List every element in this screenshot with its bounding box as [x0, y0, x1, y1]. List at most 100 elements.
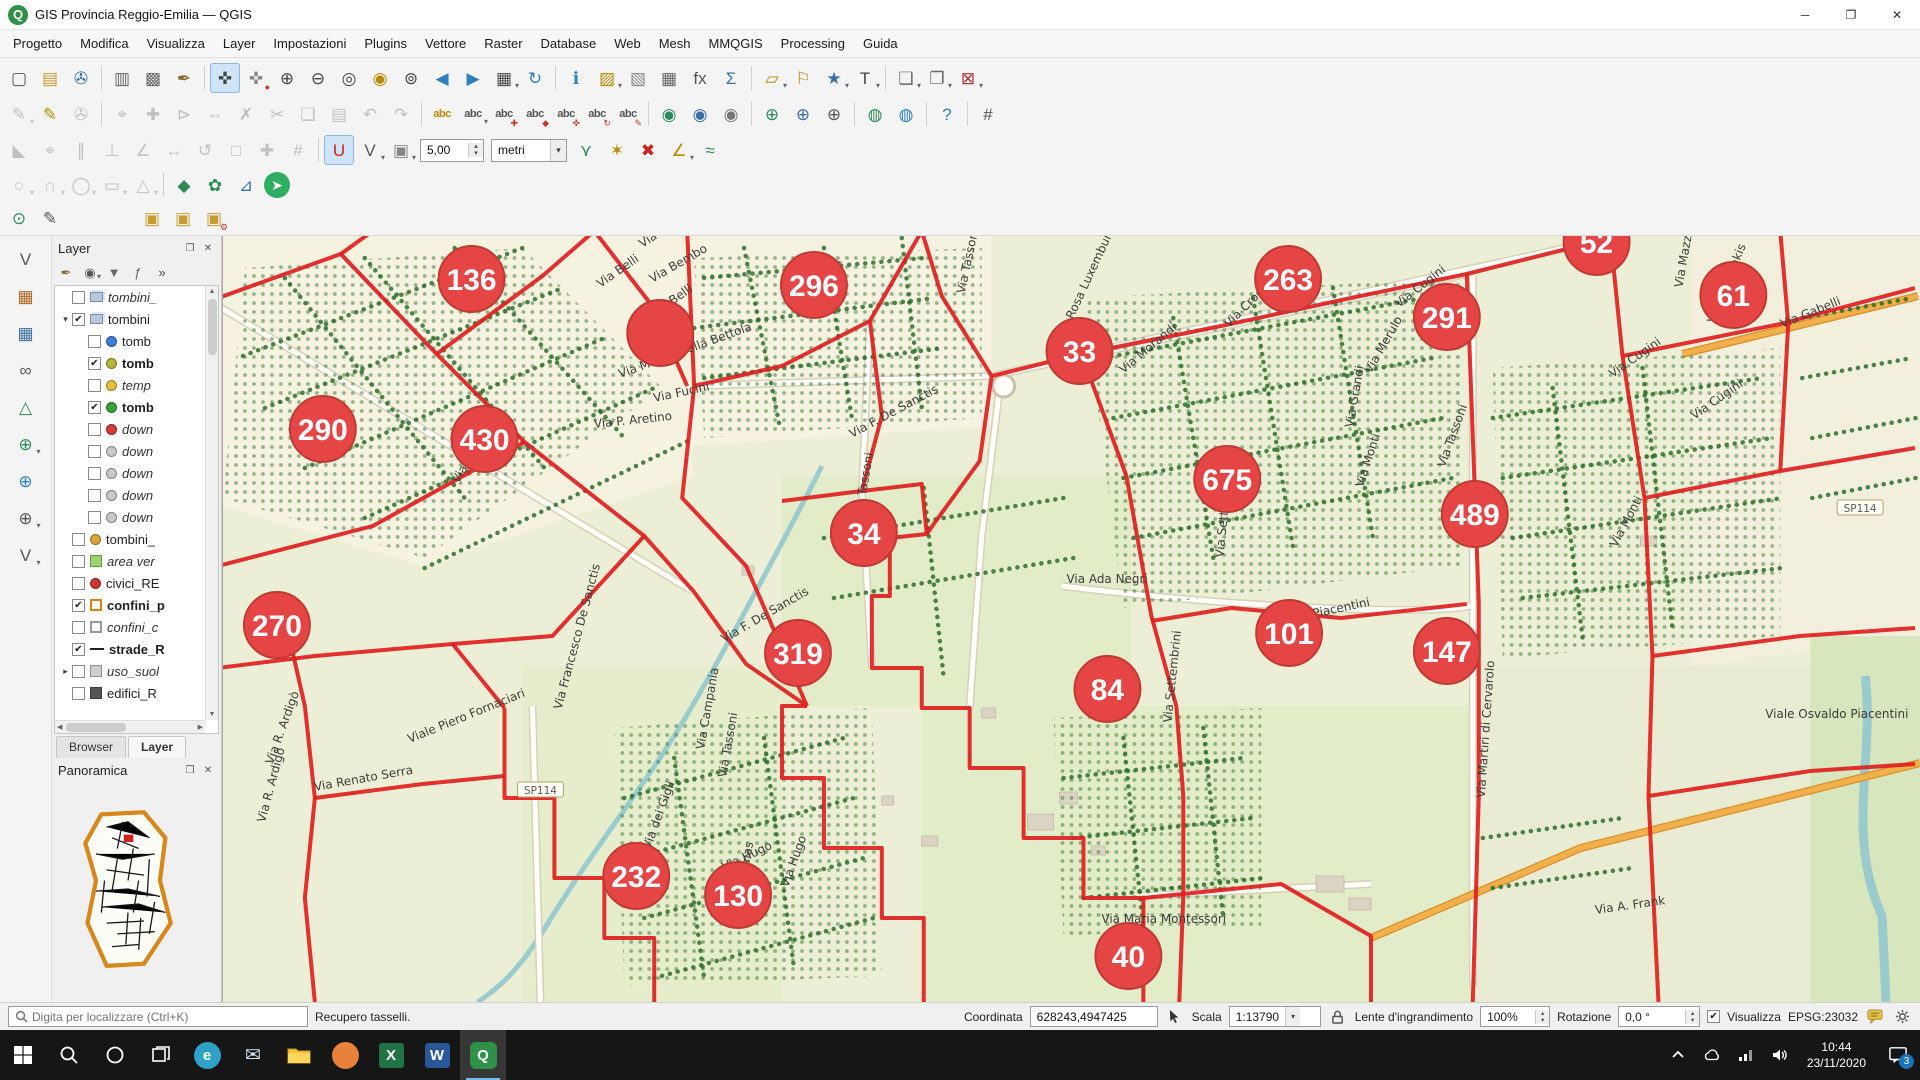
close-panel-icon[interactable]: ✕ — [201, 243, 215, 254]
field-calculator-button[interactable]: fx — [685, 63, 715, 93]
layer-item-tombini[interactable]: ▾✔tombini — [55, 308, 205, 330]
layout-manager-button[interactable]: ▩ — [138, 63, 168, 93]
cluster-marker[interactable] — [627, 300, 693, 366]
blue-globe-button[interactable]: ⊕ — [11, 466, 41, 496]
snapping-options-button[interactable]: ▣▾ — [386, 135, 416, 165]
layer-item-edifici-r[interactable]: edifici_R — [55, 682, 205, 704]
layer-visibility-checkbox[interactable] — [72, 533, 85, 546]
angle-constraint-button[interactable]: ∠▾ — [664, 135, 694, 165]
layer-item-tombini-[interactable]: tombini_ — [55, 528, 205, 550]
locator-plugin-button[interactable]: ⊙ — [4, 203, 34, 233]
pin-labels-button[interactable]: abc✚ — [489, 99, 519, 129]
menu-database[interactable]: Database — [532, 32, 606, 55]
help-contents-button[interactable]: ? — [932, 99, 962, 129]
menu-processing[interactable]: Processing — [772, 32, 854, 55]
cluster-marker-136[interactable]: 136 — [439, 246, 505, 312]
menu-vettore[interactable]: Vettore — [416, 32, 475, 55]
layer-item-civici-re[interactable]: civici_RE — [55, 572, 205, 594]
geocode-button[interactable]: ◉ — [685, 99, 715, 129]
close-panel-icon[interactable]: ✕ — [201, 765, 215, 776]
deselect-features-button[interactable]: ▧ — [623, 63, 653, 93]
layer-visibility-checkbox[interactable] — [88, 379, 101, 392]
mail-icon[interactable]: ✉ — [230, 1030, 276, 1080]
menu-visualizza[interactable]: Visualizza — [138, 32, 214, 55]
dbmanager-cube-button[interactable]: ▣ — [137, 203, 167, 233]
layer-visibility-checkbox[interactable] — [72, 665, 85, 678]
close-button[interactable]: ✕ — [1874, 0, 1920, 30]
layer-item-down[interactable]: down — [55, 484, 205, 506]
menu-web[interactable]: Web — [605, 32, 650, 55]
layer-item-tomb[interactable]: ✔tomb — [55, 396, 205, 418]
menu-raster[interactable]: Raster — [475, 32, 531, 55]
world-overview-button[interactable]: ⊕ — [788, 99, 818, 129]
cluster-marker-232[interactable]: 232 — [603, 843, 669, 909]
scale-lock-icon[interactable] — [1328, 1007, 1348, 1027]
project-save-button[interactable]: ✇ — [66, 63, 96, 93]
layer-visibility-checkbox[interactable] — [88, 489, 101, 502]
onedrive-icon[interactable] — [1695, 1048, 1729, 1062]
network-icon[interactable] — [1729, 1048, 1763, 1062]
layer-item-down[interactable]: down — [55, 462, 205, 484]
layer-visibility-checkbox[interactable]: ✔ — [72, 313, 85, 326]
action-center-button[interactable]: 3 — [1876, 1046, 1920, 1064]
plugin-sphere-green-button[interactable]: ◍ — [860, 99, 890, 129]
overview-map-thumbnail[interactable] — [64, 786, 192, 991]
cluster-marker-489[interactable]: 489 — [1442, 481, 1508, 547]
open-attribute-table-button[interactable]: ▦ — [654, 63, 684, 93]
magnifier-spin[interactable]: 100% ▴▾ — [1480, 1006, 1550, 1027]
layer-item-confini-c[interactable]: confini_c — [55, 616, 205, 638]
globe-plugin-button[interactable]: ⊕ — [757, 99, 787, 129]
file-explorer-icon[interactable] — [276, 1030, 322, 1080]
cluster-marker-147[interactable]: 147 — [1414, 618, 1480, 684]
layer-item-down[interactable]: down — [55, 418, 205, 440]
messages-button[interactable] — [1865, 1007, 1885, 1027]
zoom-next-button[interactable]: ▶ — [458, 63, 488, 93]
layer-scrollbar-horizontal[interactable]: ◀▶ — [55, 720, 205, 733]
coordinate-input[interactable] — [1030, 1006, 1158, 1027]
excel-icon[interactable]: X — [368, 1030, 414, 1080]
cluster-marker-270[interactable]: 270 — [244, 592, 310, 658]
toggle-extents-button[interactable]: ⊠▾ — [953, 63, 983, 93]
georeferencer-button[interactable]: ▦ — [11, 281, 41, 311]
layer-visibility-checkbox[interactable]: ✔ — [88, 357, 101, 370]
menu-layer[interactable]: Layer — [214, 32, 265, 55]
annotation-tool-button[interactable]: ✎ — [35, 203, 65, 233]
statistical-summary-button[interactable]: Σ — [716, 63, 746, 93]
globe-menu-button[interactable]: ⊕▾ — [11, 429, 41, 459]
grid-plugin-button[interactable]: ▦ — [11, 318, 41, 348]
mouse-position-toggle[interactable] — [1165, 1007, 1185, 1027]
measure-button[interactable]: ▱▾ — [757, 63, 787, 93]
layer-visibility-checkbox[interactable] — [72, 555, 85, 568]
manage-map-themes-button[interactable]: ◉▾ — [79, 262, 101, 284]
cluster-marker-296[interactable]: 296 — [781, 252, 847, 318]
menu-guida[interactable]: Guida — [854, 32, 907, 55]
cortana-button[interactable] — [92, 1030, 138, 1080]
cluster-marker-61[interactable]: 61 — [1700, 262, 1766, 328]
zoom-to-selection-button[interactable]: ◉ — [365, 63, 395, 93]
panel-tab-layer[interactable]: Layer — [128, 736, 186, 758]
filter-expression-button[interactable]: ƒ — [127, 262, 149, 284]
layer-visibility-checkbox[interactable] — [72, 621, 85, 634]
highlight-pinned-labels-button[interactable]: abc◆ — [520, 99, 550, 129]
panel-overflow-button[interactable]: » — [151, 262, 173, 284]
cluster-marker-84[interactable]: 84 — [1074, 656, 1140, 722]
filter-legend-button[interactable]: ▼ — [103, 262, 125, 284]
geometry-checker-button[interactable]: ◆ — [169, 170, 199, 200]
plugin-sphere-blue-button[interactable]: ◍ — [891, 99, 921, 129]
layer-visibility-checkbox[interactable] — [88, 467, 101, 480]
offline-cube-button[interactable]: ▣ — [168, 203, 198, 233]
reverse-geocode-button[interactable]: ◉ — [716, 99, 746, 129]
expander-icon[interactable]: ▸ — [59, 666, 72, 677]
pan-to-selection-button[interactable]: ✜● — [241, 63, 271, 93]
vertex-v-button[interactable]: V — [11, 244, 41, 274]
layer-labeling-button[interactable]: abc — [427, 99, 457, 129]
cluster-marker-101[interactable]: 101 — [1256, 600, 1322, 666]
zoom-full-extent-button[interactable]: ◎ — [334, 63, 364, 93]
cluster-marker-263[interactable]: 263 — [1255, 246, 1321, 312]
menu-plugins[interactable]: Plugins — [355, 32, 416, 55]
maximize-button[interactable]: ❐ — [1828, 0, 1874, 30]
layer-visibility-checkbox[interactable]: ✔ — [88, 401, 101, 414]
layer-visibility-checkbox[interactable]: ✔ — [72, 643, 85, 656]
toggle-editing-button[interactable]: ✎ — [35, 99, 65, 129]
polygon-plugin-button[interactable]: △ — [11, 392, 41, 422]
